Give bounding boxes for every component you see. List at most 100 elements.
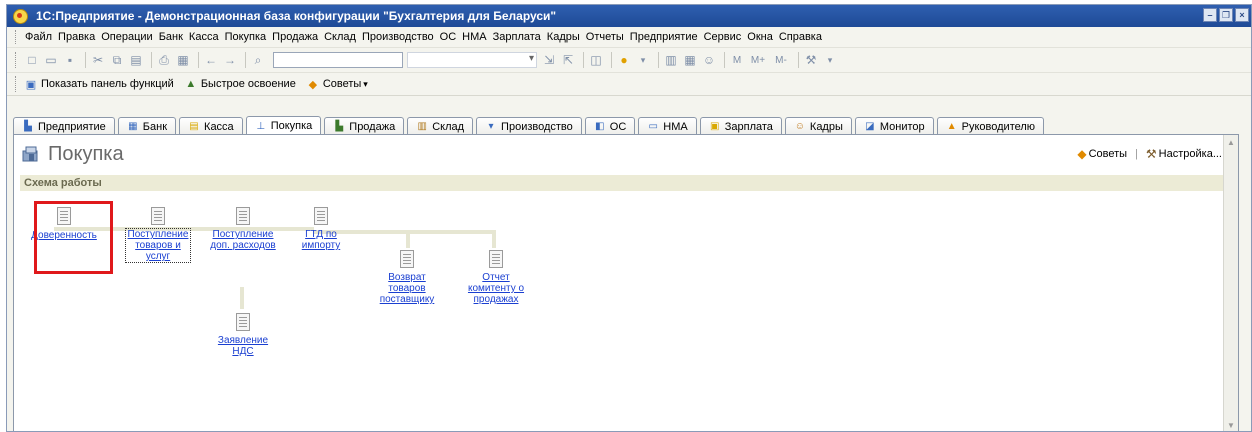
- tab-manager[interactable]: ▲ Руководителю: [936, 117, 1045, 135]
- document-icon: [489, 250, 503, 268]
- warning-icon: ▲: [946, 121, 957, 132]
- calendar-icon[interactable]: ▦: [682, 52, 698, 68]
- menu-windows[interactable]: Окна: [747, 31, 773, 43]
- tips-dropdown-icon[interactable]: ▾: [363, 79, 368, 90]
- search-combo[interactable]: [407, 52, 537, 68]
- new-document-icon[interactable]: □: [24, 52, 40, 68]
- menu-intangibles[interactable]: НМА: [462, 31, 486, 43]
- toolbar-options-icon[interactable]: ▾: [822, 52, 838, 68]
- menu-help[interactable]: Справка: [779, 31, 822, 43]
- tools-icon[interactable]: ⚒: [803, 52, 819, 68]
- receipt-link[interactable]: Поступление товаров и услуг: [125, 228, 191, 263]
- tab-warehouse[interactable]: ▥ Склад: [407, 117, 474, 135]
- back-icon[interactable]: ←: [203, 52, 219, 68]
- tab-monitor[interactable]: ◪ Монитор: [854, 117, 934, 135]
- find-prev-icon[interactable]: ⇱: [560, 52, 576, 68]
- quick-learn-button[interactable]: ▲ Быстрое освоение: [184, 77, 295, 91]
- users-icon[interactable]: ☺: [701, 52, 717, 68]
- forward-icon[interactable]: →: [222, 52, 238, 68]
- vertical-scrollbar[interactable]: ▲ ▼: [1223, 135, 1238, 431]
- panel-tips-link[interactable]: ◆ Советы: [1077, 147, 1127, 161]
- menu-bank[interactable]: Банк: [159, 31, 183, 43]
- scheme-node-gtd[interactable]: ГТД по импорту: [286, 207, 356, 251]
- section-tabs: ▙ Предприятие ▦ Банк ▤ Касса ⊥ Покупка ▙ Прод…: [13, 116, 1045, 135]
- copy-icon[interactable]: ⧉: [109, 52, 125, 68]
- print-icon[interactable]: ⎙: [156, 52, 172, 68]
- return-link[interactable]: Возврат товаров поставщику: [375, 272, 439, 305]
- menu-service[interactable]: Сервис: [704, 31, 742, 43]
- tab-fixed-assets[interactable]: ◧ ОС: [584, 117, 636, 135]
- hr-icon: ☺: [794, 121, 806, 132]
- menu-hr[interactable]: Кадры: [547, 31, 580, 43]
- tab-hr[interactable]: ☺ Кадры: [784, 117, 852, 135]
- menu-fixed-assets[interactable]: ОС: [440, 31, 457, 43]
- paste-icon[interactable]: ▤: [128, 52, 144, 68]
- scheme-node-report[interactable]: Отчет комитенту о продажах: [454, 250, 538, 305]
- open-folder-icon[interactable]: ▭: [43, 52, 59, 68]
- window-icon[interactable]: ◫: [588, 52, 604, 68]
- scheme-node-vat[interactable]: Заявление НДС: [200, 313, 286, 357]
- standard-toolbar: □ ▭ ▪ ✂ ⧉ ▤ ⎙ ▦ ← → ⌕ ⇲ ⇱ ◫ ● ▾ ▥ ▦ ☺ M …: [7, 48, 1251, 73]
- cash-icon: ▤: [189, 121, 199, 132]
- tab-salary[interactable]: ▣ Зарплата: [699, 117, 782, 135]
- document-icon: [314, 207, 328, 225]
- scheme-node-extra-costs[interactable]: Поступление доп. расходов: [200, 207, 286, 251]
- menu-production[interactable]: Производство: [362, 31, 434, 43]
- info-icon[interactable]: ●: [616, 52, 632, 68]
- tips-icon: ◆: [308, 78, 318, 91]
- menu-edit[interactable]: Правка: [58, 31, 95, 43]
- report-link[interactable]: Отчет комитенту о продажах: [459, 272, 533, 305]
- monitor-icon: ◪: [865, 121, 875, 132]
- menu-reports[interactable]: Отчеты: [586, 31, 624, 43]
- menu-grip[interactable]: [15, 30, 19, 44]
- salary-icon: ▣: [710, 121, 720, 132]
- extra-costs-link[interactable]: Поступление доп. расходов: [207, 229, 279, 251]
- memory-m-button[interactable]: M: [729, 52, 745, 68]
- settings-tools-icon: ⚒: [1145, 147, 1157, 161]
- memory-plus-button[interactable]: M+: [748, 52, 768, 68]
- menu-file[interactable]: Файл: [25, 31, 52, 43]
- calculator-icon[interactable]: ▥: [663, 52, 679, 68]
- enterprise-icon: ▙: [24, 121, 32, 132]
- find-next-icon[interactable]: ⇲: [541, 52, 557, 68]
- funcbar-grip[interactable]: [15, 76, 19, 92]
- menu-purchase[interactable]: Покупка: [225, 31, 267, 43]
- tab-cash[interactable]: ▤ Касса: [179, 117, 243, 135]
- save-icon[interactable]: ▪: [62, 52, 78, 68]
- gtd-link[interactable]: ГТД по импорту: [296, 229, 346, 251]
- search-input[interactable]: [273, 52, 403, 68]
- tab-production[interactable]: ▾ Производство: [476, 117, 582, 135]
- menu-enterprise[interactable]: Предприятие: [630, 31, 698, 43]
- dropdown-icon[interactable]: ▾: [635, 52, 651, 68]
- show-panel-button[interactable]: ▣ Показать панель функций: [24, 77, 174, 91]
- toolbar-grip[interactable]: [15, 52, 19, 68]
- minimize-button[interactable]: –: [1203, 8, 1217, 22]
- menu-cash[interactable]: Касса: [189, 31, 219, 43]
- panel-icon: ▣: [25, 78, 37, 91]
- menu-operations[interactable]: Операции: [101, 31, 152, 43]
- cut-icon[interactable]: ✂: [90, 52, 106, 68]
- scheme-node-receipt[interactable]: Поступление товаров и услуг: [116, 207, 200, 263]
- restore-button[interactable]: ❐: [1219, 8, 1233, 22]
- memory-minus-button[interactable]: M-: [771, 52, 791, 68]
- app-window: 1С:Предприятие - Демонстрационная база к…: [6, 4, 1252, 432]
- search-icon[interactable]: ⌕: [250, 52, 266, 68]
- scroll-down-icon[interactable]: ▼: [1224, 418, 1238, 431]
- menu-bar: Файл Правка Операции Банк Касса Покупка …: [7, 27, 1251, 48]
- tips-button[interactable]: ◆ Советы ▾: [306, 77, 368, 91]
- tab-purchase[interactable]: ⊥ Покупка: [245, 116, 322, 135]
- vat-link[interactable]: Заявление НДС: [213, 335, 273, 357]
- menu-salary[interactable]: Зарплата: [493, 31, 541, 43]
- menu-sale[interactable]: Продажа: [272, 31, 318, 43]
- tab-sale[interactable]: ▙ Продажа: [324, 117, 405, 135]
- panel-settings-link[interactable]: ⚒ Настройка...: [1146, 147, 1222, 161]
- close-button[interactable]: ×: [1235, 8, 1249, 22]
- tab-intangibles[interactable]: ▭ НМА: [638, 117, 697, 135]
- function-toolbar: ▣ Показать панель функций ▲ Быстрое осво…: [7, 73, 1251, 96]
- menu-warehouse[interactable]: Склад: [324, 31, 356, 43]
- scheme-node-return[interactable]: Возврат товаров поставщику: [360, 250, 454, 305]
- scroll-up-icon[interactable]: ▲: [1224, 135, 1238, 149]
- tab-bank[interactable]: ▦ Банк: [117, 117, 177, 135]
- preview-icon[interactable]: ▦: [175, 52, 191, 68]
- tab-enterprise[interactable]: ▙ Предприятие: [13, 117, 115, 135]
